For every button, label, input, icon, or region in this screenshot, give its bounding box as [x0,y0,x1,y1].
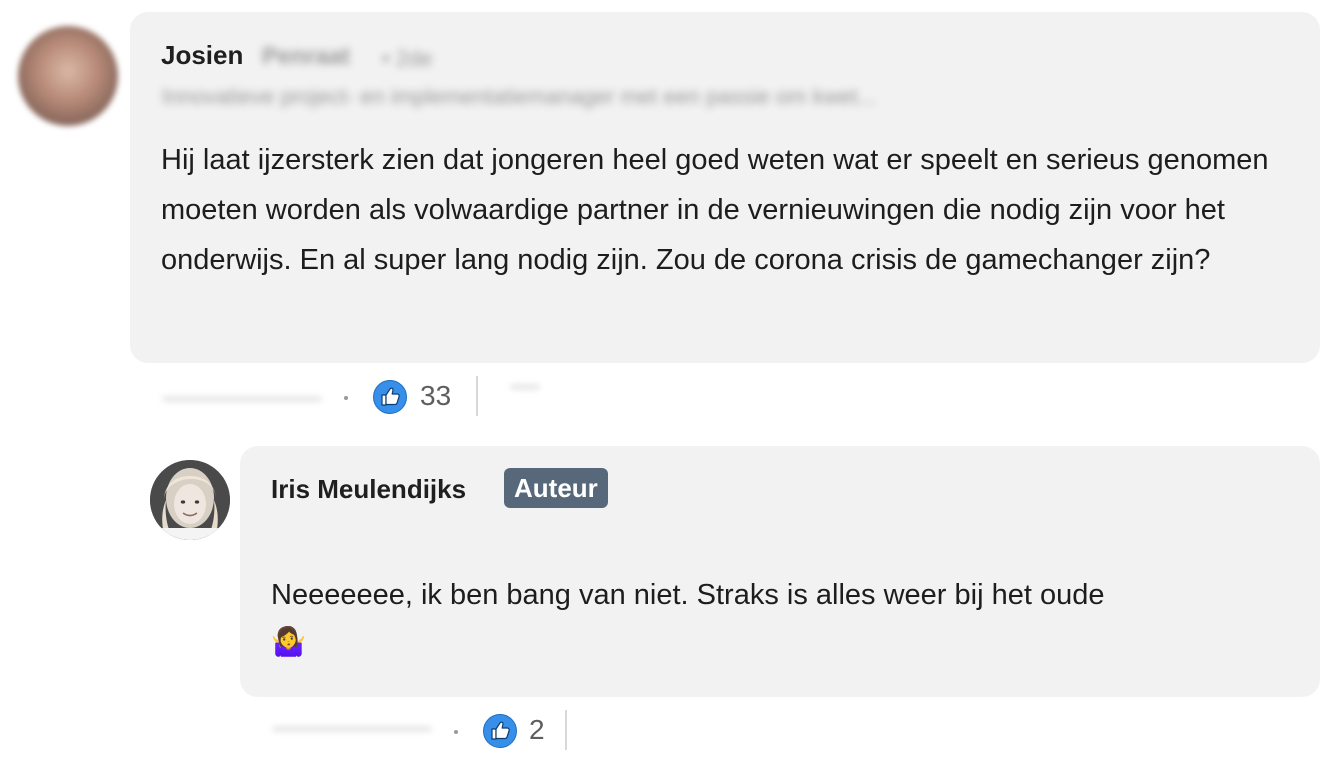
comment-author-name[interactable]: Josien [161,40,243,71]
comment-author-headline: Innovatieve project- en implementatieman… [162,84,877,109]
reply-author-name[interactable]: Iris Meulendijks [271,474,466,505]
author-badge: Auteur [504,468,608,508]
comment-reaction-count[interactable]: 33 [420,380,451,412]
reply-action-row: 2 [268,710,668,752]
commenter-avatar[interactable] [18,26,118,126]
reply-text: Neeeeeee, ik ben bang van niet. Straks i… [271,579,1105,611]
blurred-actions [162,396,322,402]
separator-dot [454,730,458,734]
reply-reaction-count[interactable]: 2 [529,714,545,746]
shrug-emoji: 🤷‍♀️ [271,626,306,657]
like-thumb-icon[interactable] [483,714,517,748]
blurred-actions [272,726,432,732]
action-divider [565,710,567,750]
action-divider [476,376,478,416]
separator-dot [344,396,348,400]
like-thumb-icon[interactable] [373,380,407,414]
comment-text: Hij laat ijzersterk zien dat jongeren he… [161,144,1269,276]
comment-connection-degree: • 2de [382,46,433,71]
comment-author-last-name: Penraat [262,43,351,70]
reply-author-avatar[interactable] [150,460,230,540]
blurred-reply-action [510,384,540,390]
comment-action-row: 33 [158,376,558,418]
